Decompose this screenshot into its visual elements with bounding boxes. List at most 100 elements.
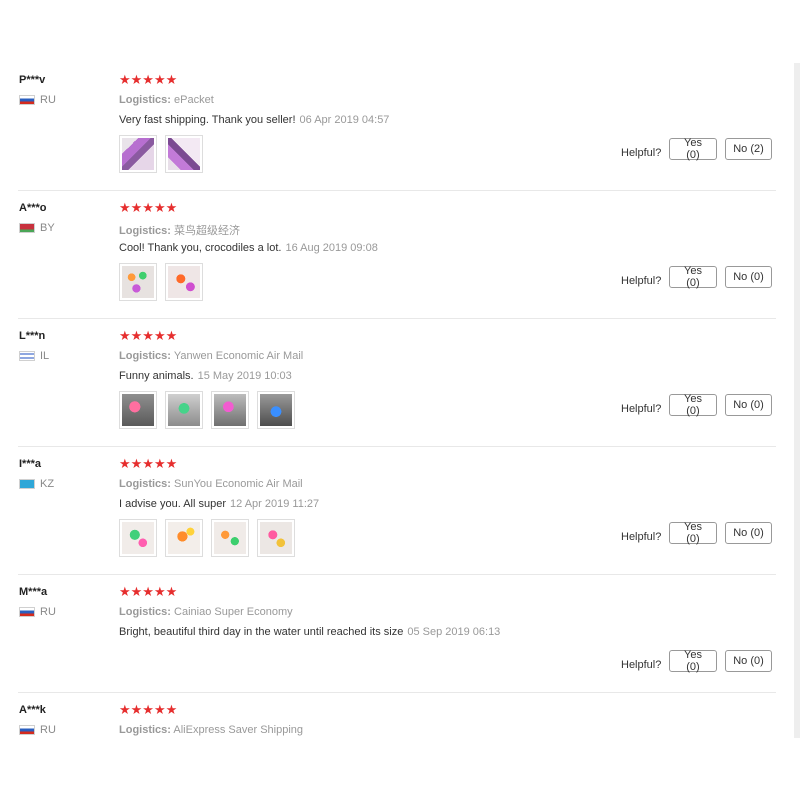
logistics-value: Cainiao Super Economy — [174, 606, 293, 618]
star-rating: ★★★★★ — [119, 584, 178, 599]
country-code: KZ — [40, 478, 55, 490]
review-date: 16 Aug 2019 09:08 — [285, 242, 378, 254]
russia-flag-icon — [19, 725, 35, 735]
review-date: 06 Apr 2019 04:57 — [299, 114, 390, 126]
country-code: IL — [40, 350, 50, 362]
country-code: RU — [40, 724, 56, 736]
reviewer-country: KZ — [19, 478, 54, 490]
review-photo-thumbnail[interactable] — [257, 391, 295, 429]
russia-flag-icon — [19, 607, 35, 617]
review-comment: Cool! Thank you, crocodiles a lot. 16 Aug… — [119, 242, 378, 254]
comment-text: Funny animals. — [119, 370, 194, 382]
star-rating: ★★★★★ — [119, 200, 178, 215]
logistics-info: Logistics: Cainiao Super Economy — [119, 606, 293, 618]
reviewer-name: A***o — [19, 202, 47, 214]
logistics-value: AliExpress Saver Shipping — [173, 724, 304, 736]
reviewer-country: RU — [19, 606, 56, 618]
star-rating: ★★★★★ — [119, 702, 178, 717]
reviews-panel: P***v RU ★★★★★ Logistics: ePacket Very f… — [0, 63, 800, 738]
review-photo-thumbnail[interactable] — [165, 135, 203, 173]
country-code: BY — [40, 222, 55, 234]
review-photo-thumbnail[interactable] — [165, 263, 203, 301]
star-rating: ★★★★★ — [119, 456, 178, 471]
review-comment: Funny animals. 15 May 2019 10:03 — [119, 370, 292, 382]
helpful-yes-button[interactable]: Yes (0) — [669, 393, 717, 417]
logistics-info: Logistics: Yanwen Economic Air Mail — [119, 350, 303, 362]
helpful-yes-button[interactable]: Yes (0) — [669, 521, 717, 545]
logistics-label: Logistics: — [119, 350, 171, 362]
russia-flag-icon — [19, 95, 35, 105]
review-item: I***a KZ ★★★★★ Logistics: SunYou Economi… — [0, 447, 792, 575]
comment-text: I advise you. All super — [119, 498, 227, 510]
review-item: A***o BY ★★★★★ Logistics: 菜鸟超级经济 Cool! T… — [0, 191, 792, 319]
helpful-label: Helpful? — [621, 147, 662, 159]
star-rating: ★★★★★ — [119, 72, 178, 87]
review-photo-thumbnail[interactable] — [119, 519, 157, 557]
review-photo-thumbnail[interactable] — [119, 391, 157, 429]
review-photo-thumbnail[interactable] — [257, 519, 295, 557]
reviewer-name: P***v — [19, 74, 46, 86]
helpful-label: Helpful? — [621, 659, 662, 671]
review-comment: Bright, beautiful third day in the water… — [119, 626, 500, 638]
review-comment: Very fast shipping. Thank you seller! 06 … — [119, 114, 389, 126]
review-item: M***a RU ★★★★★ Logistics: Cainiao Super … — [0, 575, 792, 703]
logistics-value: SunYou Economic Air Mail — [174, 478, 303, 490]
helpful-no-button[interactable]: No (2) — [725, 138, 772, 160]
reviewer-name: A***k — [19, 704, 46, 716]
logistics-info: Logistics: AliExpress Saver Shipping — [119, 724, 303, 736]
review-photos — [119, 135, 203, 173]
logistics-info: Logistics: 菜鸟超级经济 — [119, 222, 240, 238]
logistics-label: Logistics: — [119, 478, 171, 490]
review-photo-thumbnail[interactable] — [211, 519, 249, 557]
logistics-label: Logistics: — [119, 94, 171, 106]
helpful-no-button[interactable]: No (0) — [725, 394, 772, 416]
reviewer-name: I***a — [19, 458, 42, 470]
helpful-label: Helpful? — [621, 403, 662, 415]
comment-text: Bright, beautiful third day in the water… — [119, 626, 404, 638]
belarus-flag-icon — [19, 223, 35, 233]
logistics-value: ePacket — [174, 94, 214, 106]
star-rating: ★★★★★ — [119, 328, 178, 343]
review-item: L***n IL ★★★★★ Logistics: Yanwen Economi… — [0, 319, 792, 447]
review-photos — [119, 519, 295, 557]
review-item: A***k RU ★★★★★ Logistics: AliExpress Sav… — [0, 693, 792, 738]
helpful-no-button[interactable]: No (0) — [725, 266, 772, 288]
logistics-value: Yanwen Economic Air Mail — [173, 350, 304, 362]
review-comment: I advise you. All super 12 Apr 2019 11:27 — [119, 498, 319, 510]
helpful-yes-button[interactable]: Yes (0) — [669, 137, 717, 161]
helpful-label: Helpful? — [621, 531, 662, 543]
country-code: RU — [40, 606, 56, 618]
helpful-no-button[interactable]: No (0) — [725, 650, 772, 672]
logistics-info: Logistics: ePacket — [119, 94, 214, 106]
review-item: P***v RU ★★★★★ Logistics: ePacket Very f… — [0, 63, 792, 191]
country-code: RU — [40, 94, 56, 106]
review-photo-thumbnail[interactable] — [119, 263, 157, 301]
logistics-label: Logistics: — [119, 606, 171, 618]
reviewer-country: IL — [19, 350, 49, 362]
reviewer-name: M***a — [19, 586, 48, 598]
reviewer-name: L***n — [19, 330, 46, 342]
review-photos — [119, 391, 295, 429]
helpful-no-button[interactable]: No (0) — [725, 522, 772, 544]
review-photo-thumbnail[interactable] — [165, 519, 203, 557]
helpful-yes-button[interactable]: Yes (0) — [669, 649, 717, 673]
comment-text: Very fast shipping. Thank you seller! — [119, 114, 296, 126]
logistics-info: Logistics: SunYou Economic Air Mail — [119, 478, 303, 490]
kazakhstan-flag-icon — [19, 479, 35, 489]
reviewer-country: RU — [19, 724, 56, 736]
review-date: 12 Apr 2019 11:27 — [230, 498, 320, 510]
review-photo-thumbnail[interactable] — [211, 391, 249, 429]
reviewer-country: BY — [19, 222, 55, 234]
review-photo-thumbnail[interactable] — [119, 135, 157, 173]
review-date: 15 May 2019 10:03 — [197, 370, 292, 382]
review-photo-thumbnail[interactable] — [165, 391, 203, 429]
reviewer-country: RU — [19, 94, 56, 106]
logistics-value: 菜鸟超级经济 — [174, 225, 241, 237]
review-photos — [119, 263, 203, 301]
scrollbar[interactable] — [794, 63, 800, 738]
logistics-label: Logistics: — [119, 225, 171, 237]
israel-flag-icon — [19, 351, 35, 361]
helpful-label: Helpful? — [621, 275, 662, 287]
helpful-yes-button[interactable]: Yes (0) — [669, 265, 717, 289]
review-date: 05 Sep 2019 06:13 — [407, 626, 501, 638]
